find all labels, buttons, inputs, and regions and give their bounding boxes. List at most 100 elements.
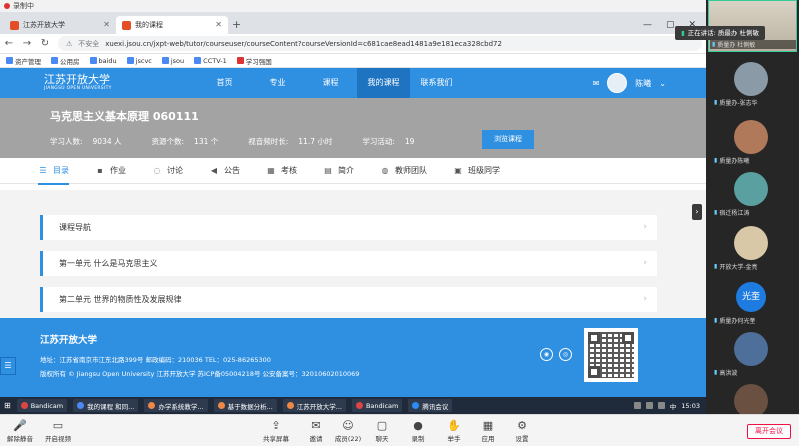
tab-discussion[interactable]: ◌ 讨论 [152, 158, 184, 184]
participant-name-row: ▮ 质量办何光奎 [714, 316, 798, 325]
start-video-button[interactable]: ▭ 开启视频 [38, 419, 78, 443]
record-button[interactable]: ● 录制 [398, 419, 438, 443]
share-screen-button[interactable]: ⇪ 共享屏幕 [256, 419, 296, 443]
bookmark-item[interactable]: 资产管理 [6, 56, 41, 66]
sidebar-toggle-icon[interactable]: ☰ [0, 357, 16, 375]
address-input[interactable]: ⚠ 不安全 xuexi.jsou.cn/jxpt-web/tutor/cours… [58, 36, 702, 51]
browser-tab-my-courses[interactable]: 我的课程 ✕ [116, 16, 228, 34]
chevron-down-icon[interactable]: ⌄ [659, 79, 666, 88]
mic-icon: ▮ [714, 369, 718, 376]
tab-assessment[interactable]: ▦ 考核 [266, 158, 297, 184]
tray-icon[interactable] [633, 402, 641, 409]
participant-tile[interactable]: ▮ 开放大学-金亮 [706, 222, 799, 280]
insecure-warning-icon[interactable]: ⚠ [66, 40, 72, 48]
menu-home[interactable]: 首页 [198, 68, 251, 98]
outline-item-unit-1[interactable]: 第一单元 什么是马克思主义 › [40, 251, 657, 276]
taskbar-item[interactable]: 办学系统教学... [144, 399, 208, 412]
bookmark-item[interactable]: jsou [161, 57, 184, 65]
tab-catalog[interactable]: ☰ 目录 [38, 158, 69, 185]
tab-announcement[interactable]: ◀ 公告 [209, 158, 240, 184]
stat-learners: 学习人数: 9034 人 [50, 136, 122, 147]
forward-icon[interactable]: → [22, 38, 32, 49]
start-icon[interactable]: ⊞ [4, 401, 11, 410]
jsou-logo[interactable]: 江苏开放大学 JIANGSU OPEN UNIVERSITY [44, 74, 140, 92]
leave-meeting-button[interactable]: 离开会议 [747, 424, 791, 439]
tab-intro[interactable]: ▤ 简介 [323, 158, 354, 184]
bookmark-item[interactable]: CCTV-1 [194, 57, 227, 65]
taskbar-item[interactable]: 江苏开放大学... [282, 399, 346, 412]
tab-classmates[interactable]: ▣ 班级同学 [453, 158, 500, 184]
menu-courses[interactable]: 课程 [304, 68, 357, 98]
back-icon[interactable]: ← [4, 38, 14, 49]
menu-my-courses[interactable]: 我的课程 [357, 68, 410, 98]
outline-label: 第二单元 世界的物质性及发展规律 [59, 295, 182, 304]
stat-value: 19 [404, 137, 415, 146]
weibo-icon[interactable]: ◉ [540, 348, 553, 361]
clock[interactable]: 15:03 [681, 402, 700, 410]
mail-icon[interactable]: ✉ [593, 79, 600, 88]
wechat-icon[interactable]: ◎ [559, 348, 572, 361]
browse-course-button[interactable]: 浏览课程 [482, 130, 534, 149]
settings-button[interactable]: ⚙ 设置 [502, 419, 542, 443]
reload-icon[interactable]: ↻ [40, 38, 50, 49]
participant-tile[interactable]: ▮ 宿迁杨江涛 [706, 168, 799, 226]
taskbar-label: 办学系统教学... [158, 402, 204, 411]
bookmark-item[interactable]: baidu [89, 57, 117, 65]
qr-code [584, 328, 638, 382]
taskbar-item[interactable]: 腾讯会议 [408, 399, 453, 412]
close-tab-icon[interactable]: ✕ [103, 16, 110, 34]
bookmark-label: 学习强国 [245, 57, 272, 66]
user-name[interactable]: 陈曦 [635, 78, 651, 89]
windows-taskbar: ⊞ Bandicam 我的课程 和同... 办学系统教学... 基于数据分析..… [0, 397, 706, 414]
jsou-favicon-icon [10, 20, 19, 30]
participant-tile[interactable]: ▮ 质量办陈曦 [706, 116, 799, 174]
chevron-right-icon: › [643, 258, 647, 268]
taskbar-label: 江苏开放大学... [296, 402, 342, 411]
tab-homework[interactable]: ▪ 作业 [95, 158, 126, 184]
chat-button[interactable]: ▢ 聊天 [362, 419, 402, 443]
close-tab-icon[interactable]: ✕ [215, 16, 222, 34]
course-subtabs: ☰ 目录 ▪ 作业 ◌ 讨论 ◀ 公告 ▦ 考核 ▤ 简介 ◍ 教师团队 ▣ 班级同学 [0, 158, 706, 185]
chevron-right-icon: › [643, 222, 647, 232]
logo-english: JIANGSU OPEN UNIVERSITY [44, 86, 112, 91]
bookmark-label: 资产管理 [15, 57, 41, 66]
app-icon [412, 402, 420, 409]
new-tab-button[interactable]: + [232, 16, 241, 34]
taskbar-item[interactable]: 我的课程 和同... [73, 399, 139, 412]
stat-value: 11.7 小时 [298, 137, 333, 146]
menu-majors[interactable]: 专业 [251, 68, 304, 98]
participant-tile[interactable]: 光奎 ▮ 质量办何光奎 [706, 276, 799, 334]
site-header: 江苏开放大学 JIANGSU OPEN UNIVERSITY 首页 专业 课程 … [0, 68, 706, 98]
unmute-button[interactable]: 🎤 解除静音 [0, 419, 40, 443]
avatar[interactable] [607, 73, 628, 93]
classmates-icon: ▣ [454, 166, 462, 175]
course-favicon-icon [122, 20, 131, 30]
button-label: 开启视频 [45, 435, 71, 443]
bookmark-item[interactable]: 学习强国 [236, 56, 272, 66]
taskbar-item[interactable]: Bandicam [351, 399, 403, 412]
tray-icon[interactable] [657, 402, 665, 409]
taskbar-item[interactable]: Bandicam [16, 399, 68, 412]
taskbar-item[interactable]: 基于数据分析... [213, 399, 277, 412]
outline-item-unit-2[interactable]: 第二单元 世界的物质性及发展规律 › [40, 287, 657, 312]
outline-label: 课程导航 [59, 223, 91, 232]
browser-tab-jsou[interactable]: 江苏开放大学 ✕ [4, 16, 116, 34]
participant-tile[interactable]: ▮ 质量办-张志华 [706, 58, 799, 116]
ime-indicator[interactable]: 中 [670, 401, 677, 411]
bookmark-label: CCTV-1 [203, 56, 227, 65]
participant-name-row: ▮ 开放大学-金亮 [714, 262, 798, 271]
participant-tile[interactable]: ▮ 高洪波 [706, 328, 799, 386]
bookmark-item[interactable]: jscvc [126, 56, 152, 65]
bookmark-label: jscvc [135, 56, 152, 65]
address-bar-row: ← → ↻ ⚠ 不安全 xuexi.jsou.cn/jxpt-web/tutor… [0, 34, 706, 54]
outline-item-navigation[interactable]: 课程导航 › [40, 215, 657, 240]
maximize-icon[interactable]: ▢ [666, 16, 675, 34]
minimize-icon[interactable]: — [643, 16, 652, 34]
mic-icon: ▮ [714, 317, 718, 324]
course-header: 马克思主义基本原理 060111 学习人数: 9034 人 资源个数: 131 个 … [0, 98, 706, 158]
tab-teacher-team[interactable]: ◍ 教师团队 [380, 158, 428, 184]
menu-contact[interactable]: 联系我们 [410, 68, 463, 98]
panel-collapse-icon[interactable]: › [692, 204, 702, 220]
bookmark-item[interactable]: 公用房 [51, 56, 80, 66]
tray-icon[interactable] [645, 402, 653, 409]
